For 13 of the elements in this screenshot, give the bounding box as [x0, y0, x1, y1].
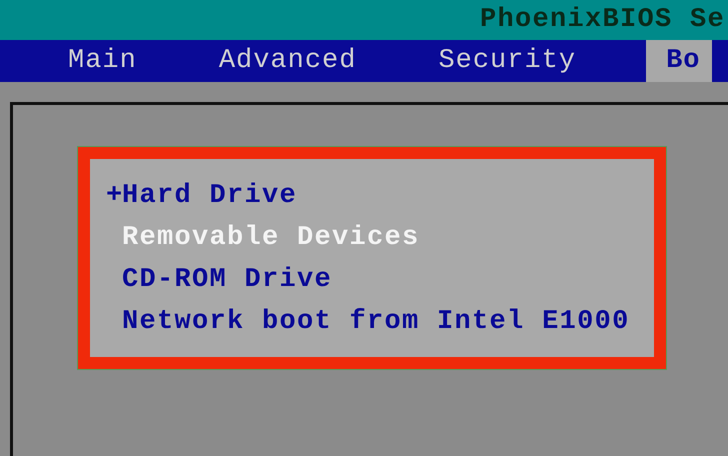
boot-device-label: Hard Drive — [122, 180, 298, 213]
boot-device-label: Network boot from Intel E1000 — [122, 306, 630, 339]
boot-device-item[interactable]: +Hard Drive — [106, 175, 654, 217]
menu-tab[interactable]: Security — [426, 40, 588, 82]
boot-device-label: CD-ROM Drive — [122, 264, 332, 297]
menu-tab[interactable]: Advanced — [206, 40, 368, 82]
menu-tab[interactable]: Main — [56, 40, 149, 82]
expand-marker: + — [106, 180, 122, 213]
boot-device-item[interactable]: Network boot from Intel E1000 — [106, 301, 654, 343]
menu-tab[interactable]: Bo — [646, 40, 712, 82]
bios-title: PhoenixBIOS Se — [480, 5, 726, 35]
boot-device-item[interactable]: CD-ROM Drive — [106, 259, 654, 301]
boot-device-label: Removable Devices — [122, 222, 420, 255]
